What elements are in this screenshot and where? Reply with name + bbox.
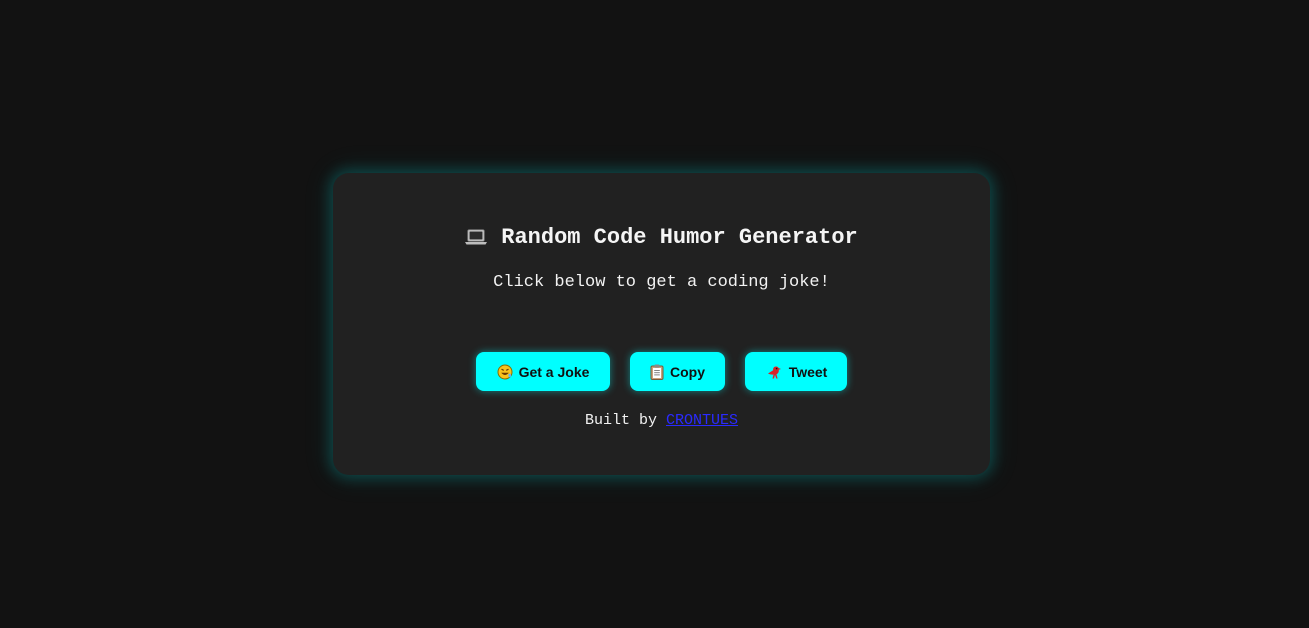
tweet-button[interactable]: Tweet: [745, 352, 847, 391]
action-buttons: Get a Joke Copy Tweet: [333, 352, 990, 391]
copy-button[interactable]: Copy: [630, 352, 725, 391]
laptop-icon: [465, 229, 488, 244]
clipboard-icon: [650, 364, 664, 380]
get-joke-label: Get a Joke: [518, 363, 590, 380]
footer-credit: Built by CRONTUES: [333, 412, 990, 429]
joke-card: Random Code Humor Generator Click below …: [333, 173, 990, 475]
bird-icon: [767, 366, 781, 378]
page-title: Random Code Humor Generator: [333, 225, 990, 250]
copy-label: Copy: [670, 363, 705, 380]
subtitle: Click below to get a coding joke!: [493, 273, 830, 292]
title-text: Random Code Humor Generator: [501, 225, 858, 250]
author-link[interactable]: CRONTUES: [666, 412, 738, 429]
footer-prefix: Built by: [584, 412, 666, 429]
get-joke-button[interactable]: Get a Joke: [476, 352, 610, 391]
rofl-emoji-icon: [497, 364, 513, 379]
tweet-label: Tweet: [788, 363, 828, 380]
